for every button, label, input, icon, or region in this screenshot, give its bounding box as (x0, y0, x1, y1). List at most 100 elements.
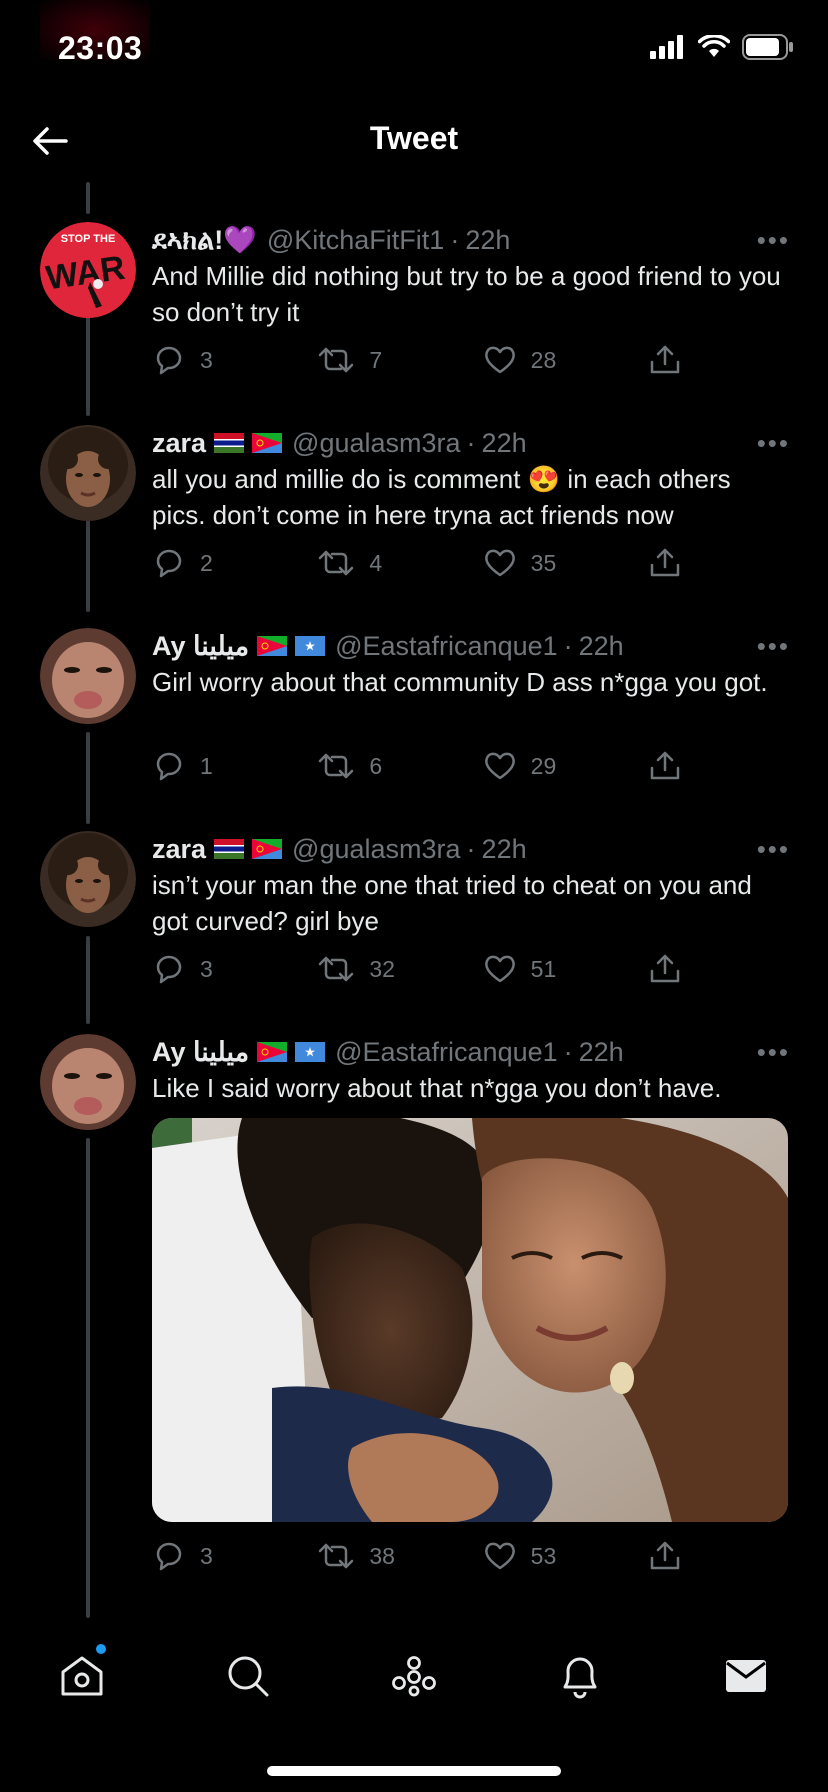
share-icon (650, 751, 680, 780)
retweet-button[interactable]: 32 (317, 949, 482, 989)
more-options-button[interactable]: ••• (757, 225, 790, 256)
avatar[interactable] (40, 628, 136, 724)
share-icon (650, 954, 680, 983)
home-notification-dot (96, 1644, 106, 1654)
share-button[interactable] (648, 746, 682, 786)
avatar[interactable] (40, 1034, 136, 1130)
tweet[interactable]: Ay ميلينا @Eastafricanque1 · 22h ••• Lik… (0, 1016, 828, 1596)
gambia-flag-icon (214, 839, 245, 859)
handle[interactable]: @gualasm3ra (292, 428, 461, 459)
reply-button[interactable]: 1 (152, 746, 317, 786)
somalia-flag-icon (295, 1042, 326, 1062)
battery-icon (742, 34, 794, 65)
timestamp: 22h (465, 224, 511, 255)
handle[interactable]: @Eastafricanque1 (335, 1037, 558, 1068)
like-button[interactable]: 51 (483, 949, 648, 989)
tweet-text: all you and millie do is comment 😍 in ea… (152, 464, 731, 530)
reply-icon (156, 346, 182, 375)
separator-dot: · (466, 427, 476, 458)
tab-messages[interactable] (716, 1646, 776, 1706)
like-button[interactable]: 35 (483, 543, 648, 583)
tweet[interactable]: Ay ميلينا @Eastafricanque1 · 22h ••• Gir… (0, 610, 828, 810)
like-count: 28 (530, 346, 557, 373)
retweet-icon (319, 956, 354, 982)
timestamp: 22h (481, 833, 527, 864)
more-options-button[interactable]: ••• (757, 631, 790, 662)
share-button[interactable] (648, 340, 682, 380)
share-button[interactable] (648, 543, 682, 583)
separator-dot: · (450, 224, 460, 255)
somalia-flag-icon (295, 636, 326, 656)
retweet-button[interactable]: 6 (317, 746, 482, 786)
retweet-count: 32 (369, 955, 395, 982)
reply-button[interactable]: 2 (152, 543, 317, 583)
like-count: 53 (530, 1542, 557, 1569)
like-button[interactable]: 53 (483, 1536, 648, 1576)
reply-button[interactable]: 3 (152, 1536, 317, 1576)
avatar[interactable] (40, 425, 136, 521)
tab-notifications[interactable] (550, 1646, 610, 1706)
reply-icon (156, 1542, 182, 1571)
heart-icon (484, 549, 515, 577)
share-button[interactable] (648, 949, 682, 989)
retweet-icon (319, 347, 354, 373)
eritrea-flag-icon (257, 636, 288, 656)
handle[interactable]: @KitchaFitFit1 (267, 225, 444, 256)
separator-dot: · (563, 630, 573, 661)
reply-icon (156, 955, 182, 984)
display-name[interactable]: Ay ميلينا (152, 631, 249, 662)
like-count: 35 (530, 549, 557, 576)
avatar[interactable]: STOP THE WAR (40, 222, 136, 318)
tweet-media-photo[interactable] (152, 1118, 788, 1522)
svg-text:STOP THE: STOP THE (61, 233, 116, 245)
retweet-button[interactable]: 4 (317, 543, 482, 583)
more-options-button[interactable]: ••• (757, 1037, 790, 1068)
tweet-actions: 1 6 29 (152, 746, 682, 786)
tweet[interactable]: STOP THE WAR ደኣክል!💜 @KitchaFitFit1 · 22h… (0, 204, 828, 404)
retweet-button[interactable]: 38 (317, 1536, 482, 1576)
more-options-button[interactable]: ••• (757, 834, 790, 865)
tab-search[interactable] (218, 1646, 278, 1706)
share-icon (650, 548, 680, 577)
reply-count: 3 (200, 346, 213, 373)
tab-spaces[interactable] (384, 1646, 444, 1706)
tweet-text: And Millie did nothing but try to be a g… (152, 261, 781, 327)
share-icon (650, 345, 680, 374)
reply-icon (156, 549, 182, 578)
retweet-icon (319, 1543, 354, 1569)
timestamp: 22h (481, 427, 527, 458)
retweet-icon (319, 550, 354, 576)
heart-icon (484, 1542, 515, 1570)
like-button[interactable]: 28 (483, 340, 648, 380)
share-button[interactable] (648, 1536, 682, 1576)
retweet-button[interactable]: 7 (317, 340, 482, 380)
heart-icon (484, 752, 515, 780)
status-bar: 23:03 (0, 0, 828, 100)
handle[interactable]: @gualasm3ra (292, 834, 461, 865)
messages-icon (726, 1660, 766, 1692)
reply-button[interactable]: 3 (152, 340, 317, 380)
more-options-button[interactable]: ••• (757, 428, 790, 459)
like-count: 29 (530, 752, 557, 779)
tweet[interactable]: zara @gualasm3ra · 22h ••• all you and m… (0, 407, 828, 607)
home-indicator[interactable] (267, 1766, 561, 1776)
reply-button[interactable]: 3 (152, 949, 317, 989)
avatar[interactable] (40, 831, 136, 927)
handle[interactable]: @Eastafricanque1 (335, 631, 558, 662)
heart-icon (484, 955, 515, 983)
tab-home[interactable] (52, 1646, 112, 1706)
retweet-count: 38 (369, 1542, 395, 1569)
eritrea-flag-icon (257, 1042, 288, 1062)
display-name[interactable]: Ay ميلينا (152, 1037, 249, 1068)
tweet[interactable]: zara @gualasm3ra · 22h ••• isn’t your ma… (0, 813, 828, 1013)
reply-count: 2 (200, 549, 213, 576)
tweet-text: Girl worry about that community D ass n*… (152, 667, 768, 697)
tweet-text: isn’t your man the one that tried to che… (152, 870, 752, 936)
display-name[interactable]: ደኣክል!💜 (152, 224, 257, 257)
nav-header: Tweet (0, 100, 828, 182)
like-button[interactable]: 29 (483, 746, 648, 786)
display-name[interactable]: zara (152, 834, 206, 865)
reply-icon (156, 752, 182, 781)
retweet-count: 4 (369, 549, 383, 576)
display-name[interactable]: zara (152, 428, 206, 459)
